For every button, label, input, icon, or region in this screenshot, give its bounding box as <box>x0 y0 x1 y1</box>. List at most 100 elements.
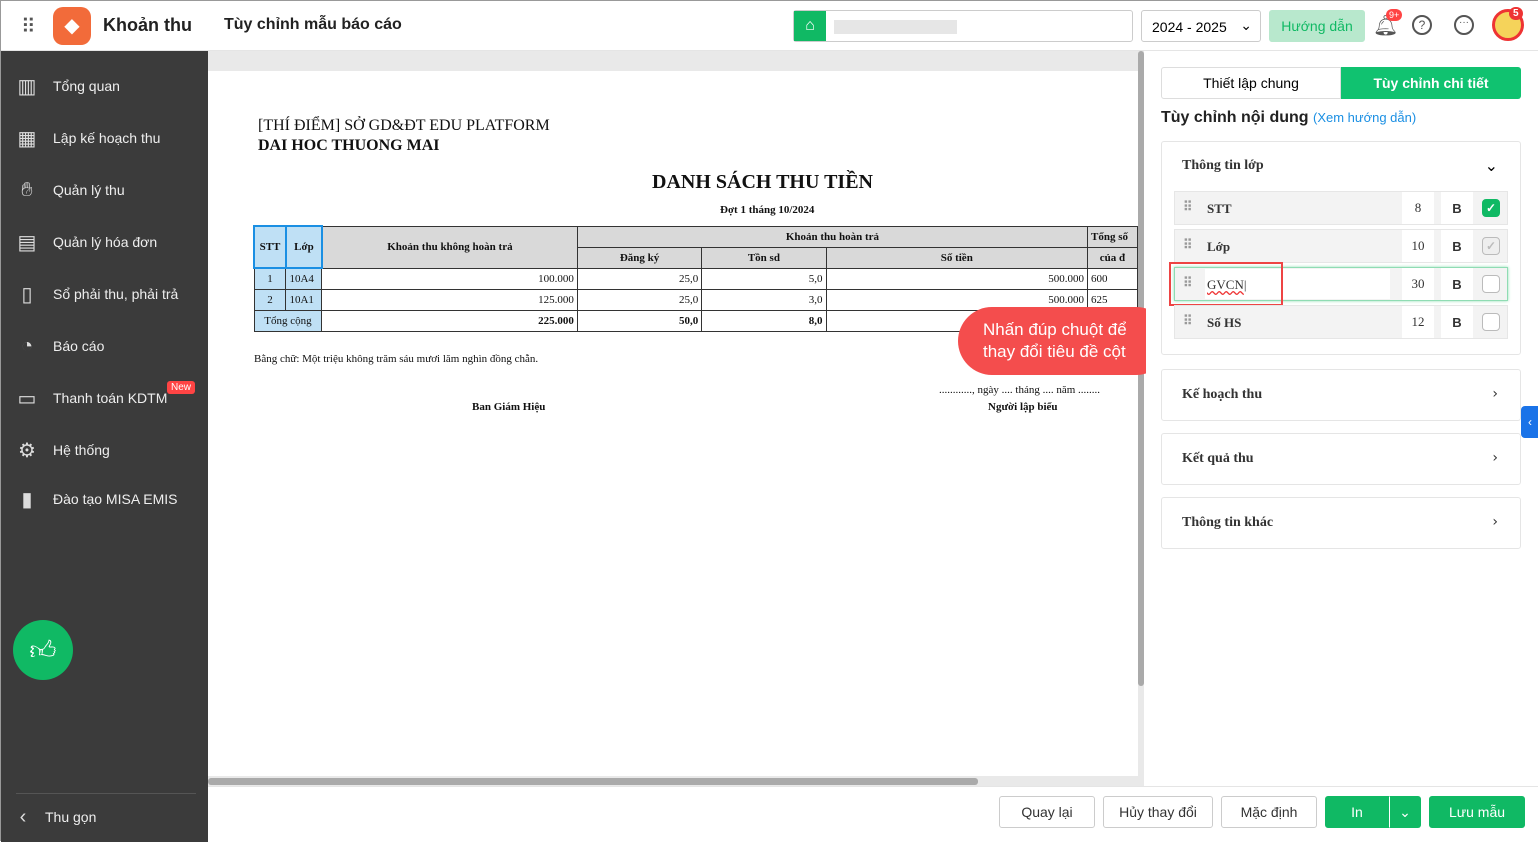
tooltip: Nhấn đúp chuột để thay đổi tiêu đề cột <box>958 307 1170 375</box>
drag-handle-icon[interactable]: ⠿ <box>1183 199 1193 215</box>
page-title: Tùy chỉnh mẫu báo cáo <box>224 16 402 33</box>
width-input[interactable]: 10 <box>1402 230 1434 262</box>
sidebar-item-invoice[interactable]: ▤ Quản lý hóa đơn <box>1 222 208 262</box>
guide-link[interactable]: (Xem hướng dẫn) <box>1313 110 1416 125</box>
field-row: ⠿ Số HS 12 B <box>1174 305 1508 339</box>
width-input[interactable]: 12 <box>1402 306 1434 338</box>
feedback-button[interactable]: 👍︎ <box>13 620 73 680</box>
col-hoan[interactable]: Khoản thu hoàn trả <box>576 225 1088 248</box>
sidebar-item-plan[interactable]: ▦ Lập kế hoạch thu <box>1 118 208 158</box>
ledger-icon: ▯ <box>21 283 33 306</box>
panel-heading: Tùy chỉnh nội dung <box>1161 109 1309 126</box>
col-dang-ky[interactable]: Đăng ký <box>576 246 703 269</box>
field-row: ⠿ Lớp 10 B ✓ <box>1174 229 1508 263</box>
table-row: 1 10A4 100.000 25,0 5,0 500.000 600 <box>253 267 1138 290</box>
save-template-button[interactable]: Lưu mẫu <box>1429 796 1525 828</box>
bold-toggle[interactable]: B <box>1441 192 1473 224</box>
visible-checkbox[interactable]: ✓ <box>1482 237 1500 255</box>
col-so-tien[interactable]: Số tiền <box>825 246 1088 269</box>
field-row: ⠿ STT 8 B ✓ <box>1174 191 1508 225</box>
hand-coin-icon: ✋︎ <box>21 178 33 201</box>
bold-toggle[interactable]: B <box>1441 268 1473 300</box>
sidebar-item-ledger[interactable]: ▯ Sổ phải thu, phải trả <box>1 274 208 314</box>
col-lop[interactable]: Lớp <box>284 225 323 269</box>
bold-toggle[interactable]: B <box>1441 230 1473 262</box>
app-logo: ◆ <box>53 7 91 45</box>
collapse-button[interactable]: ‹ Thu gọn <box>1 797 208 837</box>
year-select[interactable]: 2024 - 2025 ⌄ <box>1141 10 1261 42</box>
pie-icon: ◔ <box>20 334 34 357</box>
sidebar-item-report[interactable]: ◔ Báo cáo <box>1 326 208 366</box>
top-bar: ⠿ ◆ Khoản thu Tùy chỉnh mẫu báo cáo ⌂ 20… <box>1 1 1538 51</box>
drag-handle-icon[interactable]: ⠿ <box>1183 313 1193 329</box>
amount-in-words: Bằng chữ: Một triệu không trăm sáu mươi … <box>254 353 539 365</box>
more-icon[interactable]: ··· <box>1454 15 1474 35</box>
school-name: DAI HOC THUONG MAI <box>258 137 440 154</box>
print-button[interactable]: In <box>1325 796 1389 828</box>
default-button[interactable]: Mặc định <box>1221 796 1317 828</box>
tab-general[interactable]: Thiết lập chung <box>1161 67 1341 99</box>
back-button[interactable]: Quay lại <box>999 796 1095 828</box>
width-input[interactable]: 30 <box>1402 268 1434 300</box>
chevron-down-icon[interactable]: ⌄ <box>1485 156 1498 175</box>
sidebar: ▥ Tổng quan ▦ Lập kế hoạch thu ✋︎ Quản lý t… <box>1 51 208 842</box>
col-tong-so[interactable]: Tổng số <box>1086 225 1138 248</box>
report-title: DANH SÁCH THU TIỀN <box>652 171 873 193</box>
highlight-box <box>1169 262 1283 306</box>
new-badge: New <box>167 381 196 394</box>
section-result[interactable]: Kết quả thu › <box>1161 433 1521 485</box>
date-line: ............, ngày .... tháng .... năm .… <box>939 384 1101 396</box>
app-name: Khoản thu <box>103 15 192 35</box>
panel-toggle-button[interactable]: ‹ <box>1521 406 1538 438</box>
col-stt[interactable]: STT <box>253 225 287 269</box>
col-cua[interactable]: của đ <box>1086 246 1138 269</box>
notification-badge: 9+ <box>1386 9 1403 21</box>
org-name: [THÍ ĐIỂM] SỞ GD&ĐT EDU PLATFORM <box>258 117 550 134</box>
gear-icon: ⚙ <box>18 439 36 462</box>
sidebar-item-payment[interactable]: ▭ Thanh toán KDTM New <box>1 378 208 418</box>
card-icon: ▭ <box>17 387 37 410</box>
print-options-button[interactable]: ⌄ <box>1389 796 1421 828</box>
book-icon: ▮ <box>21 488 33 511</box>
chevron-right-icon: › <box>1492 450 1498 466</box>
sign-left: Ban Giám Hiệu <box>472 401 546 413</box>
search-box[interactable]: ⌂ <box>793 10 1133 42</box>
section-header[interactable]: Thông tin lớp <box>1182 158 1264 174</box>
sidebar-item-training[interactable]: ▮ Đào tạo MISA EMIS <box>1 479 208 519</box>
thumbs-up-icon: 👍︎ <box>29 635 57 665</box>
avatar-badge: 5 <box>1509 7 1523 20</box>
col-ton-sd[interactable]: Tồn sd <box>701 246 827 269</box>
calendar-money-icon: ▦ <box>17 127 37 150</box>
visible-checkbox[interactable] <box>1482 313 1500 331</box>
report-preview: [THÍ ĐIỂM] SỞ GD&ĐT EDU PLATFORM DAI HOC… <box>208 51 1144 786</box>
horizontal-scrollbar[interactable] <box>208 778 978 785</box>
sign-right: Người lập biểu <box>988 401 1058 413</box>
chevron-right-icon: › <box>1492 386 1498 402</box>
help-icon[interactable]: ? <box>1412 15 1432 35</box>
width-input[interactable]: 8 <box>1402 192 1434 224</box>
report-subtitle: Đợt 1 tháng 10/2024 <box>720 204 815 216</box>
home-icon[interactable]: ⌂ <box>794 11 826 41</box>
sidebar-item-overview[interactable]: ▥ Tổng quan <box>1 66 208 106</box>
col-khong-hoan[interactable]: Khoản thu không hoàn trả <box>321 225 578 269</box>
section-other[interactable]: Thông tin khác › <box>1161 497 1521 549</box>
chevron-down-icon: ⌄ <box>1399 803 1411 820</box>
settings-panel: Thiết lập chung Tùy chỉnh chi tiết Tùy c… <box>1146 51 1538 786</box>
visible-checkbox[interactable]: ✓ <box>1482 199 1500 217</box>
chevron-right-icon: › <box>1492 514 1498 530</box>
undo-button[interactable]: Hủy thay đổi <box>1103 796 1213 828</box>
report-paper: [THÍ ĐIỂM] SỞ GD&ĐT EDU PLATFORM DAI HOC… <box>208 71 1138 776</box>
tab-detail[interactable]: Tùy chỉnh chi tiết <box>1341 67 1521 99</box>
invoice-icon: ▤ <box>17 231 37 254</box>
drag-handle-icon[interactable]: ⠿ <box>1183 237 1193 253</box>
bold-toggle[interactable]: B <box>1441 306 1473 338</box>
apps-grid-icon[interactable]: ⠿ <box>21 14 36 39</box>
sidebar-item-manage[interactable]: ✋︎ Quản lý thu <box>1 170 208 210</box>
guide-button[interactable]: Hướng dẫn <box>1269 10 1365 42</box>
chart-icon: ▥ <box>17 75 37 98</box>
visible-checkbox[interactable] <box>1482 275 1500 293</box>
section-plan[interactable]: Kế hoạch thu › <box>1161 369 1521 421</box>
chevron-left-icon: ‹ <box>19 805 27 828</box>
chevron-down-icon: ⌄ <box>1240 17 1252 33</box>
sidebar-item-system[interactable]: ⚙ Hệ thống <box>1 430 208 470</box>
